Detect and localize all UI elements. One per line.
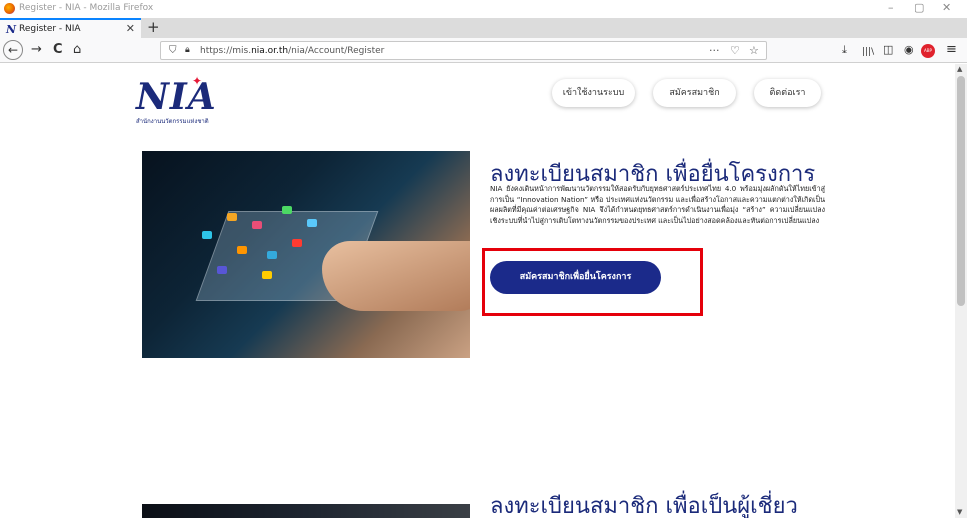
menu-icon[interactable]: ≡ (946, 42, 957, 58)
url-bar[interactable]: ⛉ 🔒︎ https://mis.nia.or.th/nia/Account/R… (160, 41, 767, 60)
scroll-down-icon[interactable]: ▼ (957, 508, 962, 516)
logo-subtitle: สำนักงานนวัตกรรมแห่งชาติ (136, 118, 209, 125)
nav-register[interactable]: สมัครสมาชิก (653, 79, 736, 107)
app-tile-icon (252, 221, 262, 229)
app-tile-icon (307, 219, 317, 227)
close-tab-icon[interactable]: ✕ (126, 22, 135, 35)
pocket-icon[interactable]: ♡ (730, 44, 740, 57)
reload-button[interactable]: C (53, 42, 63, 58)
tab-register-nia[interactable]: N Register - NIA ✕ (0, 18, 141, 38)
nia-favicon-icon: N (6, 23, 17, 36)
app-tile-icon (292, 239, 302, 247)
url-domain: nia.or.th (251, 46, 289, 56)
app-tile-icon (237, 246, 247, 254)
account-icon[interactable]: ◉ (904, 42, 914, 58)
app-tile-icon (262, 271, 272, 279)
adblock-icon[interactable]: ABP (921, 44, 935, 58)
vertical-scrollbar[interactable]: ▲ ▼ (955, 64, 967, 518)
tracking-shield-icon[interactable]: ⛉ (169, 45, 177, 56)
firefox-icon (4, 3, 15, 14)
hand-graphic (322, 241, 470, 311)
highlight-box (482, 248, 703, 316)
nia-logo[interactable]: NIA ✦ สำนักงานนวัตกรรมแห่งชาติ (136, 74, 256, 125)
app-tile-icon (267, 251, 277, 259)
tab-label: Register - NIA (19, 24, 81, 34)
lock-icon[interactable]: 🔒︎ (185, 45, 190, 55)
app-tile-icon (227, 213, 237, 221)
url-text[interactable]: https://mis.nia.or.th/nia/Account/Regist… (200, 46, 384, 56)
home-button[interactable]: ⌂ (73, 42, 81, 58)
window-title: Register - NIA - Mozilla Firefox (19, 3, 154, 13)
downloads-icon[interactable]: ⤓ (842, 42, 847, 58)
scrollbar-thumb[interactable] (957, 76, 965, 306)
minimize-button[interactable]: – (888, 1, 894, 14)
app-tile-icon (202, 231, 212, 239)
new-tab-button[interactable]: + (147, 18, 160, 36)
hero-image (142, 151, 470, 358)
restore-button[interactable]: ▢ (914, 1, 924, 14)
sidebar-icon[interactable]: ◫ (883, 42, 893, 58)
library-icon[interactable]: |||\ (862, 44, 874, 60)
nav-login[interactable]: เข้าใช้งานระบบ (552, 79, 635, 107)
section-title-expert: ลงทะเบียนสมาชิก เพื่อเป็นผู้เชี่ยว (490, 494, 798, 518)
app-tile-icon (217, 266, 227, 274)
tab-strip: N Register - NIA ✕ + (0, 18, 967, 38)
second-section-image (142, 504, 470, 518)
page-content: NIA ✦ สำนักงานนวัตกรรมแห่งชาติ เข้าใช้งา… (0, 64, 955, 518)
window-title-bar: Register - NIA - Mozilla Firefox – ▢ ✕ (0, 0, 967, 18)
bookmark-star-icon[interactable]: ☆ (749, 44, 759, 57)
scroll-up-icon[interactable]: ▲ (957, 65, 962, 73)
navigation-bar: ← → C ⌂ ⛉ 🔒︎ https://mis.nia.or.th/nia/A… (0, 38, 967, 63)
back-button[interactable]: ← (3, 40, 23, 60)
nav-contact[interactable]: ติดต่อเรา (754, 79, 821, 107)
app-tile-icon (282, 206, 292, 214)
logo-star-icon: ✦ (192, 74, 203, 88)
logo-wordmark: NIA (136, 76, 217, 118)
close-window-button[interactable]: ✕ (942, 1, 951, 14)
page-actions-button[interactable]: ··· (709, 44, 720, 57)
forward-button[interactable]: → (31, 42, 42, 58)
